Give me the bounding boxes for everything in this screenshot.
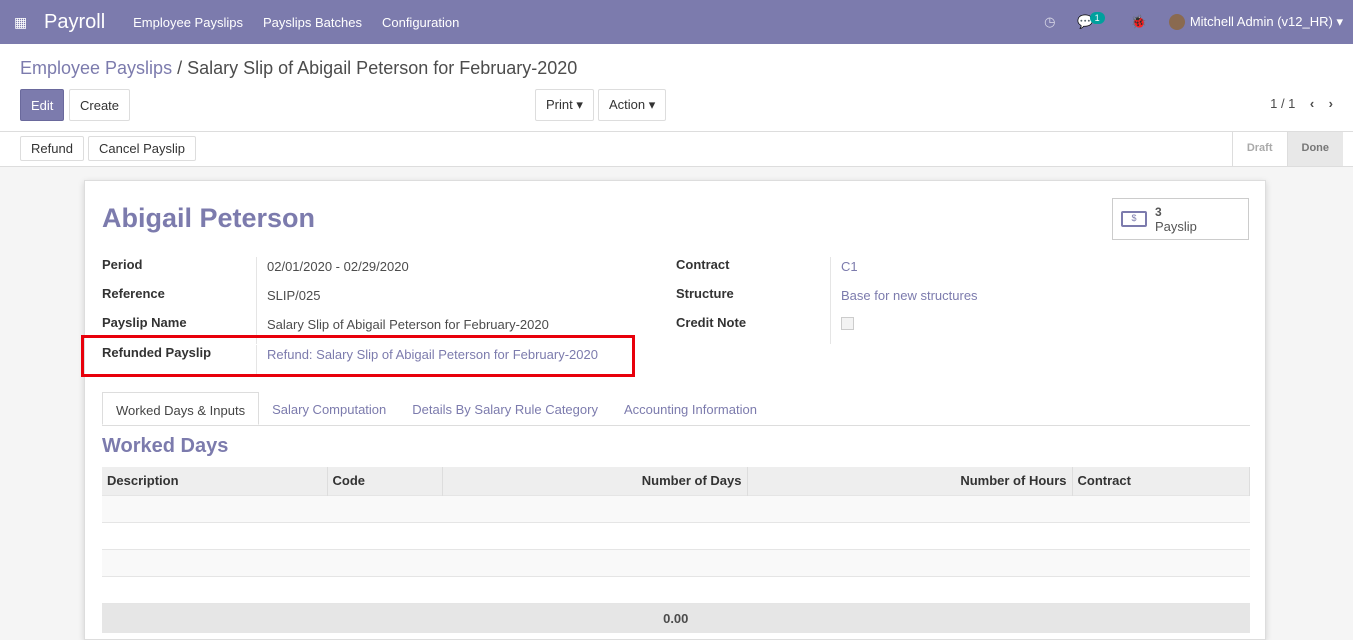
highlight-box — [81, 335, 635, 377]
contract-link[interactable]: C1 — [831, 257, 858, 286]
cancel-payslip-button[interactable]: Cancel Payslip — [88, 136, 196, 161]
message-count-badge: 1 — [1089, 12, 1105, 24]
section-title: Worked Days — [102, 435, 229, 457]
menu-employee-payslips[interactable]: Employee Payslips — [133, 15, 243, 30]
status-draft[interactable]: Draft — [1231, 132, 1287, 166]
edit-button[interactable]: Edit — [20, 89, 65, 121]
breadcrumb: Employee Payslips / Salary Slip of Abiga… — [20, 58, 578, 78]
reference-value: SLIP/025 — [267, 288, 321, 303]
print-label: Print — [546, 97, 573, 112]
notebook-tabs: Worked Days & Inputs Salary Computation … — [102, 392, 1250, 426]
debug-bug-icon[interactable]: 🐞 — [1131, 14, 1147, 30]
breadcrumb-parent[interactable]: Employee Payslips — [20, 58, 172, 78]
control-panel: Employee Payslips / Salary Slip of Abiga… — [0, 44, 1353, 132]
breadcrumb-current: Salary Slip of Abigail Peterson for Febr… — [187, 58, 578, 78]
activity-clock-icon[interactable]: ◷ — [1044, 14, 1055, 30]
menu-payslips-batches[interactable]: Payslips Batches — [263, 15, 362, 30]
app-title: Payroll — [44, 10, 106, 33]
table-row — [102, 575, 1250, 603]
structure-label: Structure — [676, 286, 831, 315]
col-number-of-days[interactable]: Number of Days — [442, 467, 748, 495]
top-navbar: ▦ Payroll Employee Payslips Payslips Bat… — [0, 0, 1353, 44]
print-dropdown[interactable]: Print ▾ — [535, 89, 594, 121]
user-menu[interactable]: Mitchell Admin (v12_HR) ▾ — [1168, 13, 1343, 31]
user-name: Mitchell Admin (v12_HR) — [1189, 13, 1333, 29]
action-dropdown[interactable]: Action ▾ — [598, 89, 667, 121]
table-row — [102, 494, 1250, 522]
table-row — [102, 548, 1250, 576]
menu-configuration[interactable]: Configuration — [382, 15, 459, 30]
contract-label: Contract — [676, 257, 831, 286]
payslip-count: 3 — [1155, 205, 1162, 219]
pager: 1 / 1 ‹ › — [1270, 96, 1333, 111]
tab-worked-days-inputs[interactable]: Worked Days & Inputs — [102, 392, 260, 425]
table-row — [102, 521, 1250, 549]
action-label: Action — [609, 97, 646, 112]
payslip-label: Payslip — [1155, 219, 1197, 234]
col-number-of-hours[interactable]: Number of Hours — [747, 467, 1073, 495]
worked-days-table: Description Code Number of Days Number o… — [102, 467, 1250, 633]
period-label: Period — [102, 257, 257, 286]
employee-name: Abigail Peterson — [102, 203, 316, 233]
tab-salary-computation[interactable]: Salary Computation — [259, 392, 399, 425]
tab-details-by-salary-rule-category[interactable]: Details By Salary Rule Category — [399, 392, 611, 425]
prev-icon[interactable]: ‹ — [1310, 96, 1314, 111]
col-description[interactable]: Description — [102, 467, 328, 495]
reference-label: Reference — [102, 286, 257, 315]
pager-value: 1 / 1 — [1270, 96, 1296, 111]
period-value: 02/01/2020 - 02/29/2020 — [267, 259, 409, 274]
structure-link[interactable]: Base for new structures — [831, 286, 978, 315]
avatar — [1168, 14, 1185, 31]
tab-accounting-information[interactable]: Accounting Information — [611, 392, 770, 425]
status-done[interactable]: Done — [1286, 132, 1343, 166]
money-icon: $ — [1121, 211, 1147, 227]
credit-note-label: Credit Note — [676, 315, 831, 344]
col-contract[interactable]: Contract — [1072, 467, 1250, 495]
credit-note-checkbox[interactable] — [841, 317, 854, 330]
next-icon[interactable]: › — [1329, 96, 1333, 111]
messages-icon[interactable]: 💬1 — [1077, 12, 1108, 30]
status-bar: Refund Cancel Payslip Draft Done — [0, 132, 1353, 167]
col-code[interactable]: Code — [327, 467, 443, 495]
apps-menu-icon[interactable]: ▦ — [14, 14, 44, 31]
refund-button[interactable]: Refund — [20, 136, 84, 161]
form-sheet: Abigail Peterson $3 Payslip Period 02/01/2… — [81, 180, 1266, 640]
table-total: 0.00 — [102, 602, 1250, 633]
payslip-smart-button[interactable]: $3 Payslip — [1112, 198, 1249, 240]
create-button[interactable]: Create — [69, 89, 131, 121]
